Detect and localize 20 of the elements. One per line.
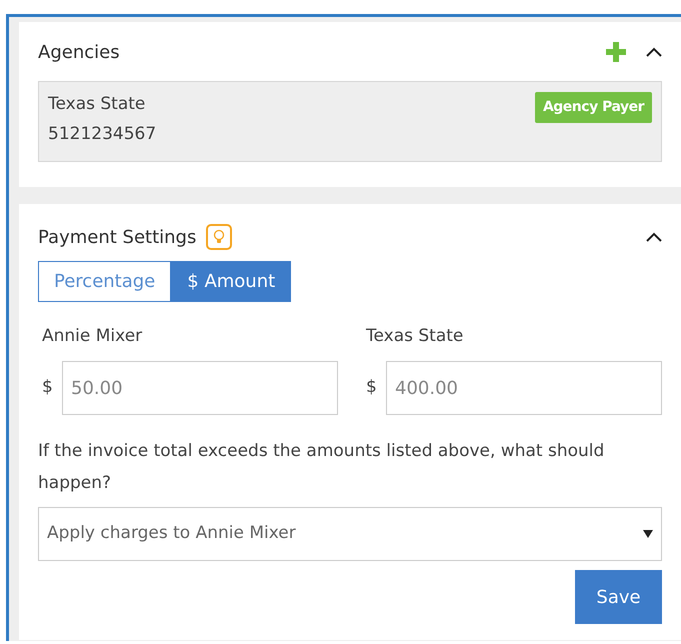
collapse-button[interactable] <box>646 47 662 57</box>
currency-symbol: $ <box>42 376 54 400</box>
agency-phone: 5121234567 <box>48 122 158 146</box>
overflow-select[interactable]: Apply charges to Annie Mixer <box>38 507 662 561</box>
field-label: Annie Mixer <box>42 325 144 348</box>
amount-field[interactable]: 50.00 <box>62 361 338 415</box>
panel-title: Payment Settings <box>38 226 196 250</box>
mode-tab[interactable]: Percentage <box>38 261 172 302</box>
panel-title: Agencies <box>38 40 121 64</box>
currency-symbol: $ <box>366 376 378 400</box>
agency-name: Texas State <box>48 93 146 116</box>
mode-tab[interactable]: $ Amount <box>171 261 292 302</box>
collapse-button[interactable] <box>646 232 662 242</box>
agency-card[interactable]: Texas State 5121234567 Agency Payer <box>38 81 662 162</box>
caret-icon <box>643 530 653 538</box>
amount-field[interactable]: 400.00 <box>386 361 662 415</box>
question-text: If the invoice total exceeds the amounts listed above, what should happen? <box>38 440 606 495</box>
save-button[interactable]: Save <box>575 570 662 624</box>
payer-badge: Agency Payer <box>534 92 652 123</box>
field-label: Texas State <box>366 325 464 348</box>
